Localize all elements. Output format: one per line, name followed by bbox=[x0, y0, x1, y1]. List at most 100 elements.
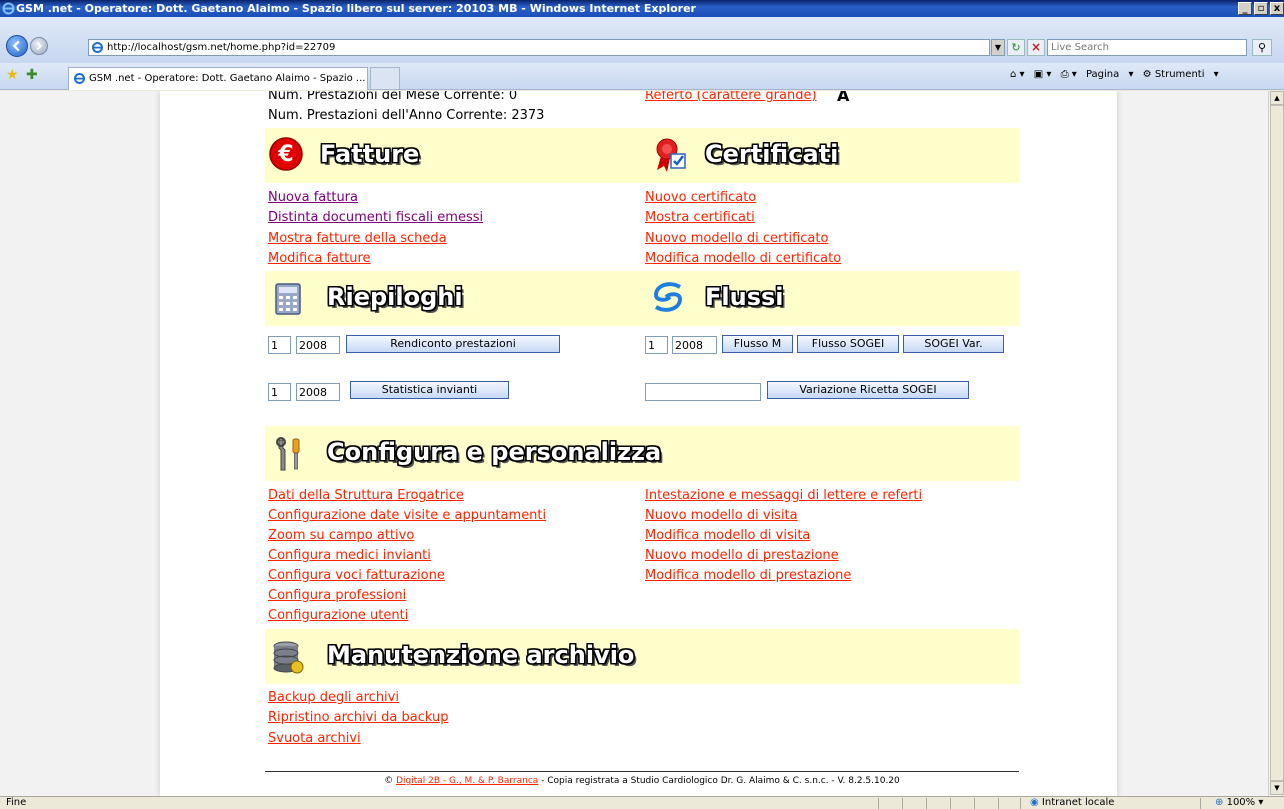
url-text: http://localhost/gsm.net/home.php?id=227… bbox=[107, 42, 336, 53]
favorites-star-icon[interactable]: ★ bbox=[6, 67, 19, 83]
nuova-fattura-link[interactable]: Nuova fattura bbox=[268, 190, 358, 205]
sogei-var-button[interactable]: SOGEI Var. bbox=[903, 335, 1004, 353]
copyright-symbol: © bbox=[384, 776, 394, 786]
security-zone[interactable]: ◉ Intranet locale bbox=[1030, 797, 1114, 809]
zoom-level[interactable]: ⊕ 100% ▾ bbox=[1215, 797, 1263, 809]
forward-arrow-icon bbox=[36, 41, 43, 51]
address-dropdown-icon[interactable]: ▼ bbox=[991, 39, 1005, 56]
close-icon[interactable]: x bbox=[1270, 2, 1284, 15]
status-bar: Fine ◉ Intranet locale ⊕ 100% ▾ bbox=[0, 796, 1284, 809]
tab-label: GSM .net - Operatore: Dott. Gaetano Alai… bbox=[89, 73, 366, 84]
status-cell bbox=[974, 798, 975, 809]
configura-header: Configura e personalizza bbox=[265, 426, 1019, 481]
fatture-title: Fatture bbox=[320, 140, 420, 168]
variazione-ricetta-sogei-button[interactable]: Variazione Ricetta SOGEI bbox=[767, 381, 969, 399]
print-icon[interactable]: ⎙ ▾ bbox=[1061, 69, 1077, 80]
status-cell bbox=[902, 798, 903, 809]
riepiloghi-month-input[interactable] bbox=[268, 336, 291, 354]
footer-divider bbox=[265, 771, 1019, 772]
svg-text:€: € bbox=[277, 142, 293, 167]
home-icon[interactable]: ⌂ ▾ bbox=[1010, 69, 1025, 80]
scroll-thumb[interactable] bbox=[1270, 105, 1284, 781]
configurazione-utenti-link[interactable]: Configurazione utenti bbox=[268, 608, 408, 623]
mostra-certificati-link[interactable]: Mostra certificati bbox=[645, 210, 755, 225]
riepiloghi-title: Riepiloghi bbox=[327, 283, 463, 311]
status-cell bbox=[950, 798, 951, 809]
flussi-swirl-icon bbox=[653, 282, 683, 312]
dati-struttura-link[interactable]: Dati della Struttura Erogatrice bbox=[268, 488, 464, 503]
database-icon bbox=[273, 641, 304, 674]
configura-voci-link[interactable]: Configura voci fatturazione bbox=[268, 568, 445, 583]
vertical-scrollbar[interactable]: ▲ ▼ bbox=[1268, 91, 1284, 796]
status-cell bbox=[998, 798, 999, 809]
search-icon[interactable]: ⚲ bbox=[1252, 39, 1272, 56]
prestazioni-anno: Num. Prestazioni dell'Anno Corrente: 237… bbox=[268, 108, 545, 123]
back-button[interactable] bbox=[6, 35, 28, 57]
calculator-icon bbox=[275, 283, 301, 315]
refresh-icon[interactable]: ↻ bbox=[1007, 39, 1025, 56]
footer: © Digital 2B - G., M. & P. Barranca - Co… bbox=[265, 776, 1019, 786]
modifica-modello-visita-link[interactable]: Modifica modello di visita bbox=[645, 528, 810, 543]
ripristino-archivi-link[interactable]: Ripristino archivi da backup bbox=[268, 710, 448, 725]
page-icon bbox=[92, 42, 103, 53]
certificate-ribbon-icon bbox=[656, 138, 686, 172]
command-bar: ⌂ ▾ ▣ ▾ ⎙ ▾ Pagina ▾ ⚙ Strumenti ▾ bbox=[1010, 69, 1225, 80]
statistica-invianti-button[interactable]: Statistica invianti bbox=[350, 381, 509, 399]
configura-medici-link[interactable]: Configura medici invianti bbox=[268, 548, 431, 563]
flussi-month-input[interactable] bbox=[645, 336, 668, 354]
scroll-down-icon[interactable]: ▼ bbox=[1270, 781, 1284, 795]
pagina-menu[interactable]: Pagina ▾ bbox=[1086, 69, 1134, 80]
configurazione-date-link[interactable]: Configurazione date visite e appuntament… bbox=[268, 508, 546, 523]
statistica-month-input[interactable] bbox=[268, 383, 291, 401]
feeds-icon[interactable]: ▣ ▾ bbox=[1034, 69, 1052, 80]
rendiconto-prestazioni-button[interactable]: Rendiconto prestazioni bbox=[346, 335, 560, 353]
digital-2b-link[interactable]: Digital 2B - G., M. & P. Barranca bbox=[396, 776, 538, 786]
modifica-modello-prestazione-link[interactable]: Modifica modello di prestazione bbox=[645, 568, 851, 583]
window-title: GSM .net - Operatore: Dott. Gaetano Alai… bbox=[16, 2, 696, 15]
add-favorites-icon[interactable]: ✚ bbox=[26, 67, 38, 83]
scroll-up-icon[interactable]: ▲ bbox=[1270, 91, 1284, 105]
riepiloghi-year-input[interactable] bbox=[296, 336, 340, 354]
referto-link[interactable]: Referto (carattere grande) bbox=[645, 91, 817, 103]
status-cell bbox=[878, 798, 879, 809]
nuovo-modello-certificato-link[interactable]: Nuovo modello di certificato bbox=[645, 231, 828, 246]
modifica-fatture-link[interactable]: Modifica fatture bbox=[268, 251, 371, 266]
forward-button[interactable] bbox=[30, 37, 48, 55]
svuota-archivi-link[interactable]: Svuota archivi bbox=[268, 731, 361, 746]
minimize-icon[interactable]: _ bbox=[1238, 2, 1252, 15]
intranet-globe-icon: ◉ bbox=[1030, 797, 1039, 808]
mostra-fatture-link[interactable]: Mostra fatture della scheda bbox=[268, 231, 447, 246]
new-tab-button[interactable] bbox=[370, 67, 400, 90]
fatture-certificati-header: € Fatture Certificati bbox=[265, 128, 1019, 183]
riepiloghi-flussi-header: Riepiloghi Flussi bbox=[265, 271, 1019, 326]
manutenzione-title: Manutenzione archivio bbox=[327, 641, 635, 669]
distinta-documenti-link[interactable]: Distinta documenti fiscali emessi bbox=[268, 210, 483, 225]
modifica-modello-certificato-link[interactable]: Modifica modello di certificato bbox=[645, 251, 841, 266]
statistica-year-input[interactable] bbox=[296, 383, 340, 401]
tab-gsm[interactable]: GSM .net - Operatore: Dott. Gaetano Alai… bbox=[68, 67, 368, 90]
title-bar: GSM .net - Operatore: Dott. Gaetano Alai… bbox=[0, 0, 1284, 17]
status-cell bbox=[1020, 798, 1021, 809]
backup-archivi-link[interactable]: Backup degli archivi bbox=[268, 690, 399, 705]
stop-icon[interactable]: × bbox=[1027, 39, 1045, 56]
configura-professioni-link[interactable]: Configura professioni bbox=[268, 588, 406, 603]
zoom-icon: ⊕ bbox=[1215, 797, 1224, 808]
strumenti-menu[interactable]: ⚙ Strumenti ▾ bbox=[1143, 69, 1219, 80]
flusso-sogei-button[interactable]: Flusso SOGEI bbox=[797, 335, 899, 353]
maximize-icon[interactable]: ▫ bbox=[1254, 2, 1268, 15]
zoom-campo-link[interactable]: Zoom su campo attivo bbox=[268, 528, 414, 543]
nuovo-certificato-link[interactable]: Nuovo certificato bbox=[645, 190, 756, 205]
flusso-m-button[interactable]: Flusso M bbox=[722, 335, 793, 353]
nuovo-modello-visita-link[interactable]: Nuovo modello di visita bbox=[645, 508, 798, 523]
flussi-year-input[interactable] bbox=[672, 336, 717, 354]
status-cell bbox=[926, 798, 927, 809]
referto-large-a: A bbox=[837, 91, 850, 105]
nuovo-modello-prestazione-link[interactable]: Nuovo modello di prestazione bbox=[645, 548, 839, 563]
intestazione-messaggi-link[interactable]: Intestazione e messaggi di lettere e ref… bbox=[645, 488, 922, 503]
address-field[interactable]: http://localhost/gsm.net/home.php?id=227… bbox=[88, 39, 990, 56]
variazione-ricetta-input[interactable] bbox=[645, 383, 761, 401]
search-input[interactable]: Live Search bbox=[1047, 39, 1247, 56]
ie-logo-icon bbox=[2, 2, 15, 15]
content-area: Num. Prestazioni del Mese Corrente: 0 Nu… bbox=[0, 91, 1268, 796]
flussi-title: Flussi bbox=[705, 283, 784, 311]
